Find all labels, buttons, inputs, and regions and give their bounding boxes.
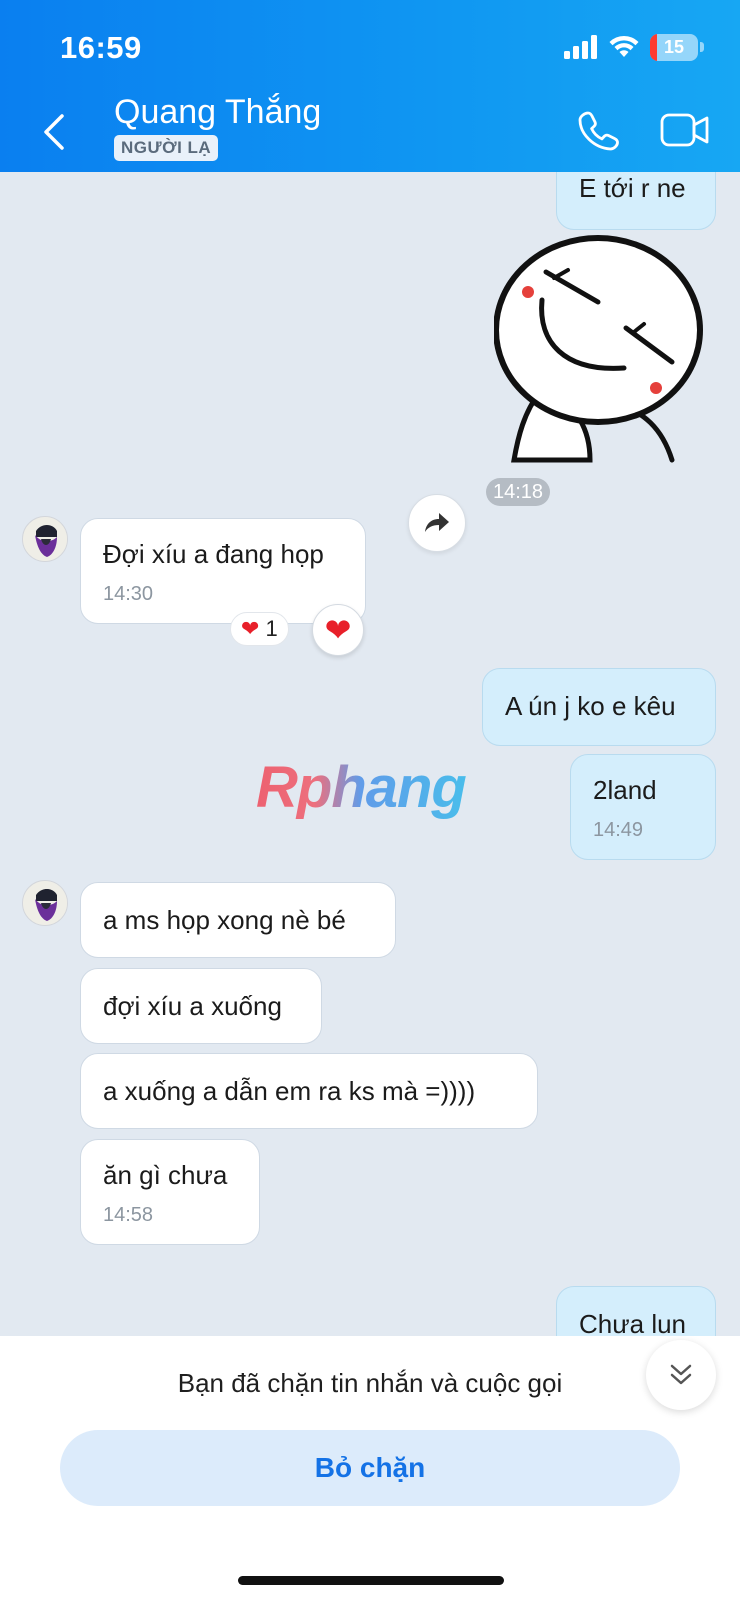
message-text: E tới r ne — [579, 173, 686, 203]
heart-icon: ❤ — [324, 612, 352, 648]
sticker-image[interactable] — [493, 232, 710, 474]
video-call-button[interactable] — [660, 110, 710, 150]
video-call-icon — [660, 113, 709, 147]
message-incoming[interactable]: a ms họp xong nè bé — [80, 882, 396, 958]
back-icon — [44, 114, 64, 150]
battery-icon: 15 — [650, 33, 698, 61]
wifi-icon — [609, 35, 639, 57]
message-incoming[interactable]: đợi xíu a xuống — [80, 968, 322, 1044]
message-time: 14:49 — [593, 819, 644, 842]
status-time: 16:59 — [60, 30, 142, 65]
react-button[interactable]: ❤ — [312, 604, 364, 656]
heart-reaction-icon: ❤ — [241, 616, 260, 641]
forward-icon — [425, 513, 449, 532]
battery-level: 15 — [663, 36, 685, 57]
forward-button[interactable] — [408, 494, 466, 552]
avatar-image-icon — [23, 517, 67, 561]
smirk-sticker-icon — [493, 235, 703, 463]
avatar[interactable] — [22, 880, 68, 926]
message-time: 14:18 — [486, 478, 550, 506]
message-text: Chưa lun — [579, 1309, 687, 1336]
message-outgoing[interactable]: 2land 14:49 — [570, 754, 716, 860]
message-text: a ms họp xong nè bé — [103, 905, 346, 935]
message-text: ăn gì chưa — [103, 1160, 228, 1190]
chat-header: 16:59 15 Quang Thắng NGƯỜI LẠ — [0, 0, 740, 172]
blocked-panel: Bạn đã chặn tin nhắn và cuộc gọi Bỏ chặn — [0, 1336, 740, 1600]
scroll-to-bottom-button[interactable] — [646, 1340, 716, 1410]
message-list[interactable]: E tới r ne 14:18 Đợi xíu a đang họp 14:3… — [0, 172, 740, 1336]
message-outgoing[interactable]: A ún j ko e kêu — [482, 668, 716, 746]
message-outgoing[interactable]: Chưa lun — [556, 1286, 716, 1336]
message-text: Đợi xíu a đang họp — [103, 539, 324, 569]
watermark-logo: Rphang — [256, 755, 467, 820]
reaction-summary[interactable]: ❤ 1 — [230, 612, 289, 646]
voice-call-button[interactable] — [576, 108, 620, 152]
message-incoming[interactable]: a xuống a dẫn em ra ks mà =)))) — [80, 1053, 538, 1129]
signal-icon — [564, 35, 597, 59]
reaction-count: 1 — [265, 616, 278, 641]
contact-name[interactable]: Quang Thắng — [114, 93, 321, 132]
avatar-image-icon — [23, 881, 67, 925]
phone-icon — [578, 111, 619, 151]
stranger-badge: NGƯỜI LẠ — [114, 135, 219, 161]
status-icons: 15 — [564, 30, 704, 64]
back-button[interactable] — [36, 108, 76, 156]
battery-cap — [700, 42, 704, 52]
avatar[interactable] — [22, 516, 68, 562]
message-text: A ún j ko e kêu — [505, 691, 676, 721]
unblock-button[interactable]: Bỏ chặn — [60, 1430, 680, 1506]
message-incoming[interactable]: ăn gì chưa 14:58 — [80, 1139, 260, 1245]
message-text: a xuống a dẫn em ra ks mà =)))) — [103, 1076, 476, 1106]
message-text: đợi xíu a xuống — [103, 991, 282, 1021]
message-time: 14:30 — [103, 583, 154, 606]
message-outgoing[interactable]: E tới r ne — [556, 172, 716, 230]
message-text: 2land — [593, 775, 657, 805]
message-time: 14:58 — [103, 1204, 154, 1227]
double-chevron-down-icon — [670, 1364, 692, 1385]
home-indicator[interactable] — [238, 1576, 504, 1585]
blocked-notice: Bạn đã chặn tin nhắn và cuộc gọi — [177, 1368, 563, 1398]
